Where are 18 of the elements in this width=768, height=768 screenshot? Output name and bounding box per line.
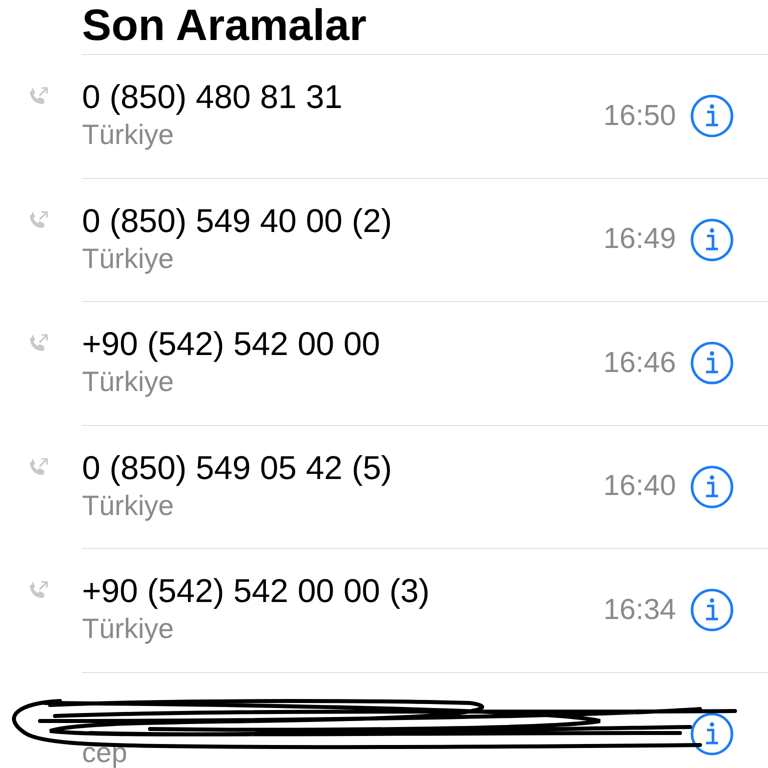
caller-number: 0 (850) 549 05 42 (5) (82, 448, 394, 488)
info-icon[interactable] (690, 712, 734, 756)
call-time: 16:34 (603, 594, 676, 627)
caller-number: +90 (542) 542 00 00 (3) (82, 571, 431, 611)
call-time: 16:46 (603, 346, 676, 380)
call-time: 16:50 (603, 100, 676, 133)
caller-label: Türkiye (82, 612, 175, 646)
call-time: 16:40 (603, 470, 676, 504)
page-title: Son Aramalar (82, 0, 368, 52)
caller-number: 0 (850) 549 40 00 (2) (82, 200, 394, 240)
caller-label: Türkiye (82, 488, 175, 523)
caller-label: cep (82, 736, 128, 768)
caller-number: 0 (850) 480 81 31 (82, 77, 344, 117)
caller-label: Türkiye (82, 365, 175, 399)
caller-label: Türkiye (82, 242, 175, 276)
caller-label: Türkiye (82, 118, 175, 152)
call-time: 16:49 (603, 223, 676, 256)
caller-number: +90 (542) 542 00 00 (82, 324, 382, 364)
